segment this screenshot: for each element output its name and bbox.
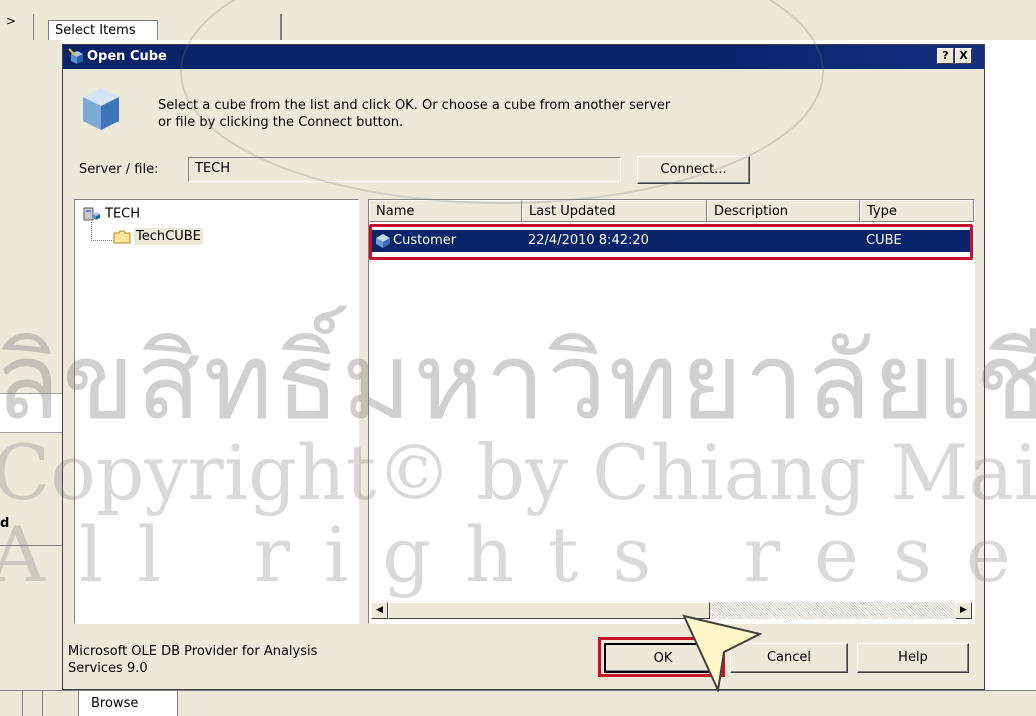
scroll-right-button[interactable]: ▶ <box>955 602 972 619</box>
scrollbar-thumb[interactable] <box>388 602 710 619</box>
background-left-label: d <box>0 516 10 531</box>
bottom-tab-divider <box>42 691 43 716</box>
column-description[interactable]: Description <box>707 200 860 222</box>
close-button[interactable]: X <box>955 48 972 64</box>
background-right-pane <box>985 40 1036 690</box>
pointer-arrow-icon <box>682 614 762 692</box>
help-titlebar-button[interactable]: ? <box>937 48 954 64</box>
background-divider <box>0 545 62 546</box>
tab-select-items[interactable]: Select Items <box>48 20 158 40</box>
background-left-field <box>0 393 62 433</box>
tree-item-techcube[interactable]: TechCUBE <box>113 228 203 245</box>
provider-text: Microsoft OLE DB Provider for Analysis S… <box>68 644 318 676</box>
tree-connector <box>91 222 114 241</box>
horizontal-scrollbar[interactable]: ◀ ▶ <box>371 602 972 619</box>
background-left-panel <box>0 40 62 690</box>
background-bottom-tabbar: Browse <box>0 690 1036 716</box>
connect-button[interactable]: Connect... <box>637 156 750 184</box>
cube-list[interactable]: Name Last Updated Description Type Custo… <box>368 199 975 624</box>
tab-divider <box>280 14 282 40</box>
scroll-left-button[interactable]: ◀ <box>371 602 388 619</box>
bottom-tab-divider <box>22 691 23 716</box>
column-name[interactable]: Name <box>369 200 522 222</box>
tree-item-tech[interactable]: TECH <box>83 206 140 222</box>
open-cube-dialog: Open Cube ? X Select a cube from the lis… <box>62 44 985 690</box>
server-icon <box>83 207 100 221</box>
help-button[interactable]: Help <box>857 643 969 673</box>
annotation-highlight-row <box>369 224 973 260</box>
instructions-text: Select a cube from the list and click OK… <box>158 98 671 130</box>
column-last-updated[interactable]: Last Updated <box>522 200 707 222</box>
server-label: Server / file: <box>79 162 159 177</box>
dialog-title: Open Cube <box>87 49 167 64</box>
column-type[interactable]: Type <box>860 200 974 222</box>
cube-wand-icon <box>68 48 83 64</box>
tab-browse[interactable]: Browse <box>78 691 178 716</box>
server-tree[interactable]: TECH TechCUBE <box>74 199 359 624</box>
cube-icon <box>83 88 119 130</box>
dialog-titlebar[interactable]: Open Cube ? X <box>63 45 984 69</box>
folder-icon <box>113 230 131 243</box>
server-field[interactable]: TECH <box>188 157 621 182</box>
background-tab-left[interactable]: > <box>0 14 34 40</box>
list-header: Name Last Updated Description Type <box>369 200 974 222</box>
